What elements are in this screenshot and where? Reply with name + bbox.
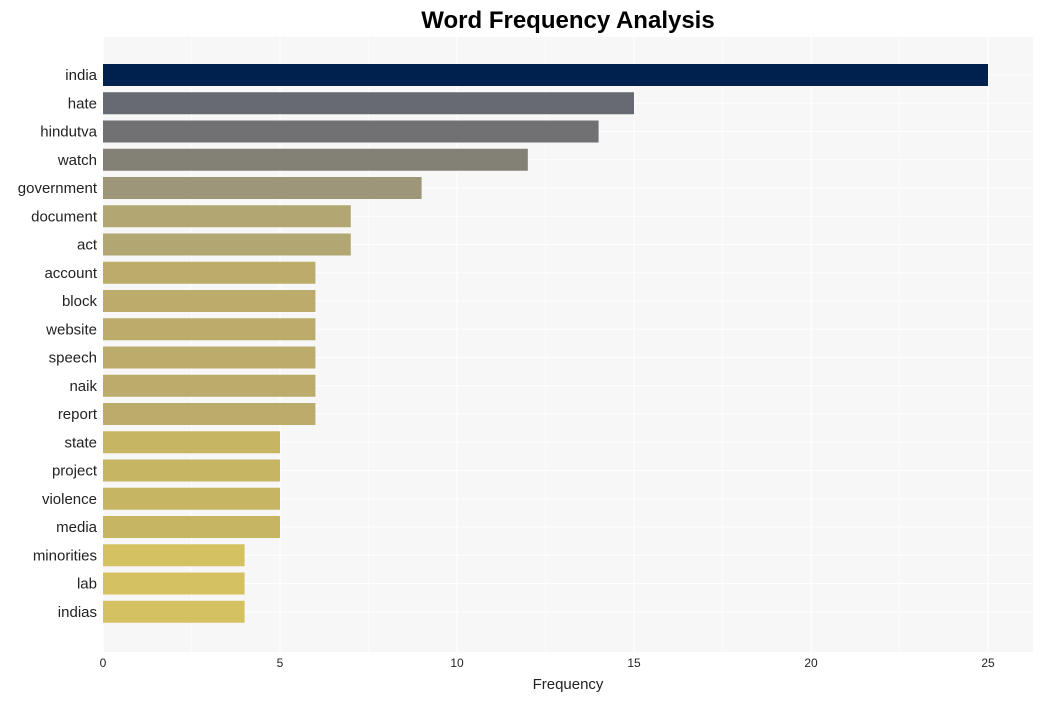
y-tick-label: media — [56, 519, 98, 536]
chart-title: Word Frequency Analysis — [421, 7, 714, 34]
bar-lab — [103, 572, 245, 595]
bar-government — [103, 177, 422, 199]
bar-act — [103, 233, 351, 256]
x-tick-label: 25 — [981, 656, 995, 670]
y-tick-label: naik — [69, 378, 97, 395]
y-tick-label: speech — [49, 350, 97, 367]
y-tick-labels: india hate hindutva watch government document… — [18, 67, 98, 621]
x-tick-label: 0 — [100, 656, 107, 670]
x-tick-label: 15 — [627, 656, 641, 670]
bar-block — [103, 290, 316, 312]
bar-watch — [103, 148, 528, 171]
bar-speech — [103, 346, 316, 369]
y-tick-label: india — [65, 67, 97, 84]
bar-media — [103, 516, 280, 538]
y-tick-label: hindutva — [40, 124, 97, 141]
y-tick-label: hate — [68, 95, 97, 112]
bar-hindutva — [103, 120, 599, 143]
bar-minorities — [103, 544, 245, 567]
y-tick-label: lab — [77, 576, 97, 593]
x-tick-labels: 0 5 10 15 20 25 — [100, 656, 995, 670]
bar-indias — [103, 600, 245, 623]
x-tick-label: 10 — [450, 656, 464, 670]
bar-india — [103, 64, 988, 86]
bar-account — [103, 261, 316, 284]
bar-report — [103, 403, 316, 425]
y-tick-label: minorities — [33, 547, 97, 564]
x-tick-label: 5 — [277, 656, 284, 670]
bar-project — [103, 459, 280, 482]
bar-website — [103, 318, 316, 341]
y-tick-label: act — [77, 237, 98, 254]
x-axis-label: Frequency — [533, 676, 604, 693]
bar-state — [103, 431, 280, 454]
y-tick-label: account — [44, 265, 97, 282]
x-tick-label: 20 — [804, 656, 818, 670]
y-tick-label: watch — [57, 152, 97, 169]
y-tick-label: project — [52, 463, 98, 480]
y-tick-label: violence — [42, 491, 97, 508]
bar-violence — [103, 487, 280, 510]
bar-naik — [103, 374, 316, 397]
y-tick-label: document — [31, 208, 98, 225]
bar-hate — [103, 92, 634, 115]
y-tick-label: website — [45, 321, 97, 338]
y-tick-label: government — [18, 180, 98, 197]
bar-document — [103, 205, 351, 228]
y-tick-label: block — [62, 293, 98, 310]
y-tick-label: report — [58, 406, 98, 423]
y-tick-label: indias — [58, 604, 97, 621]
y-tick-label: state — [64, 434, 97, 451]
word-frequency-chart: india hate hindutva watch government document… — [18, 7, 1033, 693]
